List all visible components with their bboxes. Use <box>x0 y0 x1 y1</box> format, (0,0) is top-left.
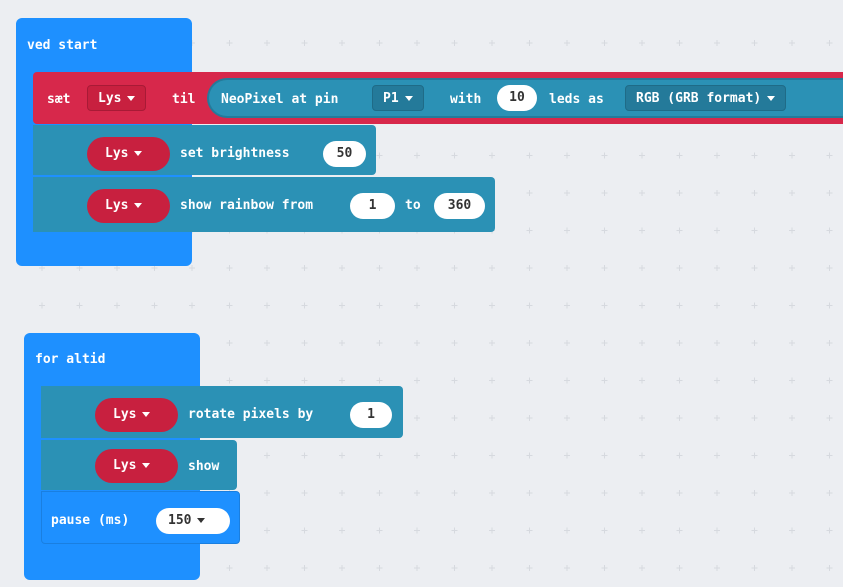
led-count-input[interactable]: 10 <box>497 85 537 111</box>
on-start-label: ved start <box>27 38 98 53</box>
pause-duration-dropdown[interactable]: 150 <box>156 508 230 534</box>
show-rainbow-label: show rainbow from <box>180 198 314 213</box>
chevron-down-icon <box>134 151 143 156</box>
rainbow-to-input[interactable]: 360 <box>434 193 485 219</box>
to-word: til <box>172 92 196 107</box>
leds-as-word: leds as <box>549 92 604 107</box>
variable-name: Lys <box>105 146 129 161</box>
variable-pill-lys[interactable]: Lys <box>87 137 170 171</box>
chevron-down-icon <box>134 203 143 208</box>
chevron-down-icon <box>767 96 776 101</box>
chevron-down-icon <box>142 463 151 468</box>
mode-value: RGB (GRB format) <box>636 91 762 106</box>
rotate-amount-input[interactable]: 1 <box>350 402 392 428</box>
show-label: show <box>188 459 220 474</box>
set-word: sæt <box>47 92 71 107</box>
variable-name: Lys <box>98 91 122 106</box>
neopixel-prefix: NeoPixel at pin <box>221 92 339 107</box>
pause-value: 150 <box>168 513 192 528</box>
brightness-input[interactable]: 50 <box>323 141 366 167</box>
chevron-down-icon <box>197 518 206 523</box>
variable-pill-lys[interactable]: Lys <box>95 398 178 432</box>
rotate-pixels-label: rotate pixels by <box>188 407 314 422</box>
chevron-down-icon <box>404 96 413 101</box>
rainbow-from-input[interactable]: 1 <box>350 193 395 219</box>
pin-value: P1 <box>383 91 399 106</box>
variable-pill-lys[interactable]: Lys <box>87 189 170 223</box>
pin-dropdown[interactable]: P1 <box>372 85 424 111</box>
variable-dropdown-lys[interactable]: Lys <box>87 85 147 111</box>
forever-label: for altid <box>35 352 106 367</box>
variable-name: Lys <box>113 458 137 473</box>
variable-name: Lys <box>105 198 129 213</box>
variable-pill-lys[interactable]: Lys <box>95 449 178 483</box>
chevron-down-icon <box>142 412 151 417</box>
chevron-down-icon <box>127 96 136 101</box>
mode-dropdown[interactable]: RGB (GRB format) <box>625 85 787 111</box>
to-word: to <box>405 198 421 213</box>
pause-label: pause (ms) <box>51 513 130 528</box>
with-word: with <box>450 92 482 107</box>
set-brightness-label: set brightness <box>180 146 290 161</box>
variable-name: Lys <box>113 407 137 422</box>
